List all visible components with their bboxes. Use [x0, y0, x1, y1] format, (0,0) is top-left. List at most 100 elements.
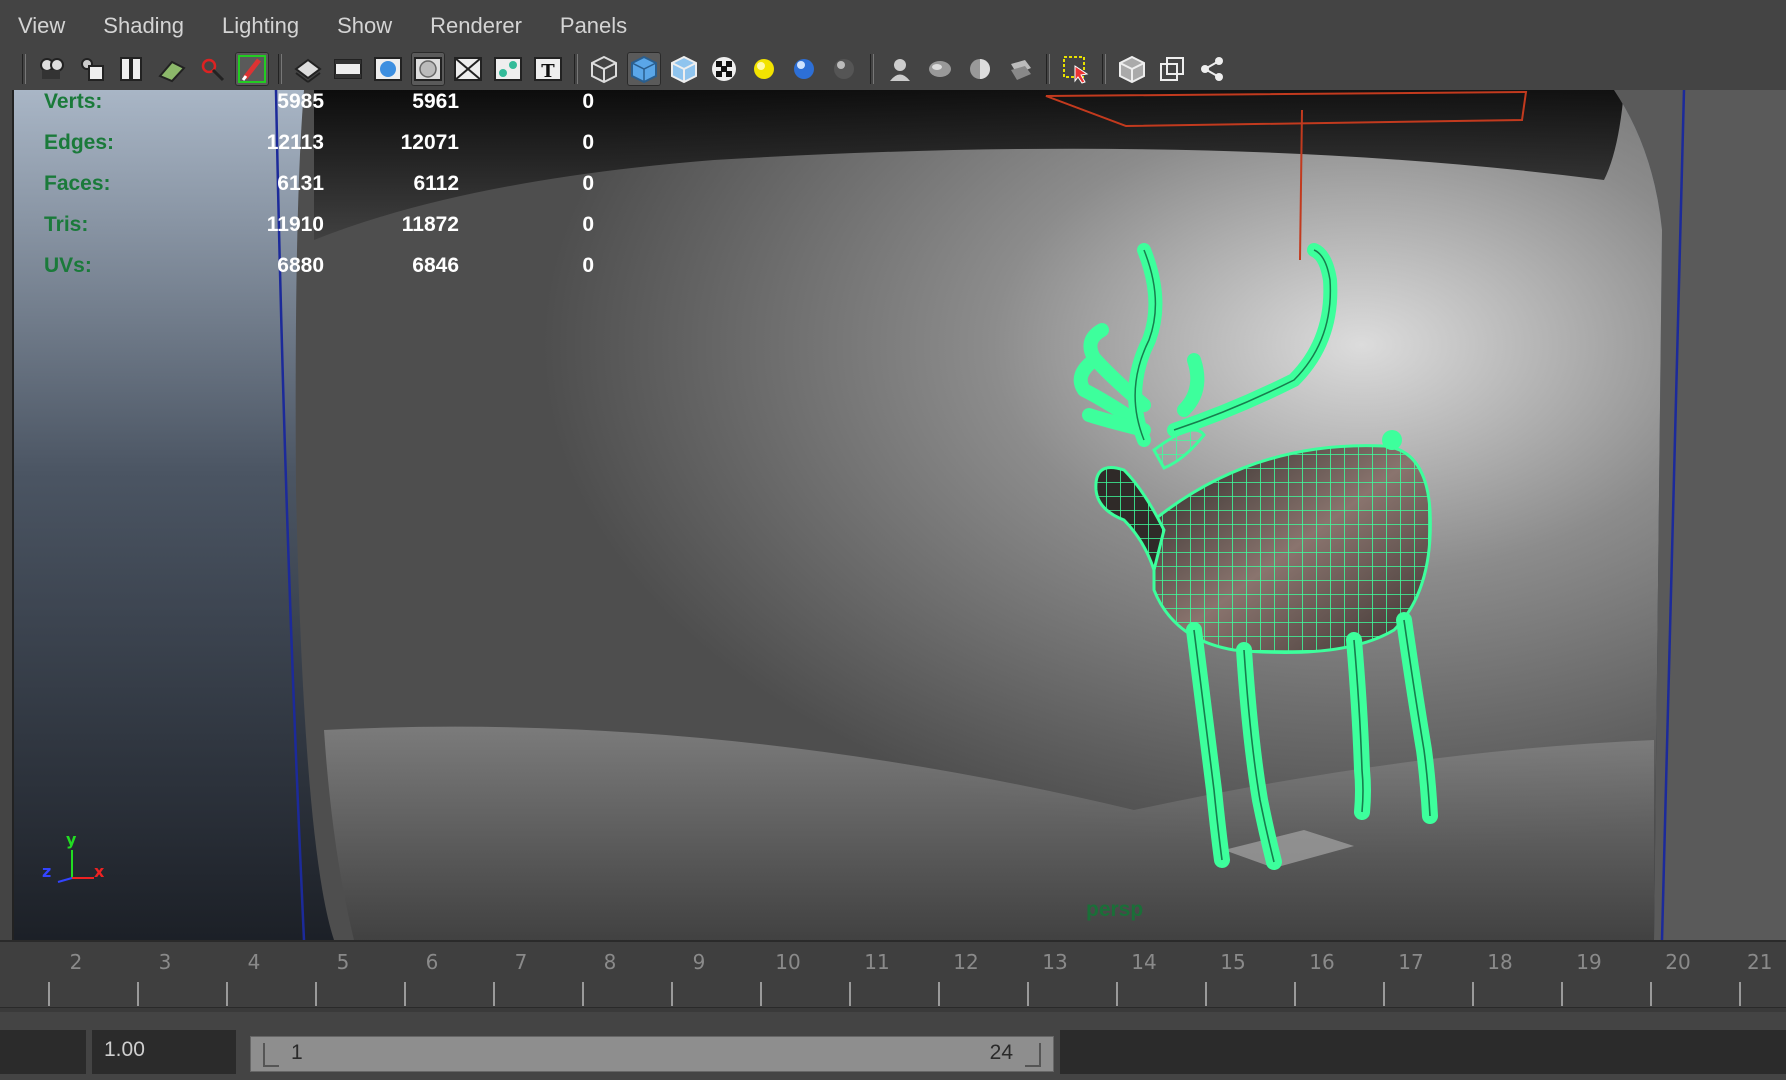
- hud-row-faces: Faces: 6131 6112 0: [44, 172, 594, 213]
- hud-value-total: 5985: [277, 90, 324, 113]
- film-gate-icon[interactable]: [331, 52, 365, 86]
- view-axis-gizmo: y x z: [42, 830, 112, 900]
- toolbar-separator: [22, 54, 26, 84]
- time-tick: [1116, 982, 1118, 1006]
- range-end-handle[interactable]: [1025, 1043, 1041, 1067]
- time-tick: [1561, 982, 1563, 1006]
- toolbar-separator: [278, 54, 282, 84]
- hud-label: Faces:: [44, 172, 111, 195]
- hud-value-total: 6880: [277, 254, 324, 277]
- time-tick-label: 8: [603, 950, 617, 974]
- safe-action-icon[interactable]: [451, 52, 485, 86]
- time-tick: [404, 982, 406, 1006]
- xray-icon[interactable]: [1115, 52, 1149, 86]
- anti-alias-icon[interactable]: [1003, 52, 1037, 86]
- hud-value-selected: 11872: [401, 213, 459, 236]
- animation-start-field[interactable]: [0, 1030, 86, 1074]
- poly-count-hud: Verts: 5985 5961 0 Edges: 12113 12071 0 …: [44, 90, 594, 295]
- time-tick-label: 10: [775, 950, 801, 974]
- safe-title-icon[interactable]: [491, 52, 525, 86]
- menu-shading[interactable]: Shading: [103, 13, 184, 39]
- time-tick: [1294, 982, 1296, 1006]
- time-tick-label: 7: [514, 950, 528, 974]
- time-tick-label: 12: [953, 950, 979, 974]
- time-slider[interactable]: 2 3 4 5 6 7 8 9 10 11 12 13 14 15 16 17 18 19 20 21: [0, 940, 1786, 1010]
- time-tick-label: 18: [1487, 950, 1513, 974]
- hud-value-components: 0: [582, 90, 594, 113]
- motion-blur-icon[interactable]: [963, 52, 997, 86]
- axis-y-label: y: [66, 830, 77, 849]
- time-tick-label: 19: [1576, 950, 1602, 974]
- grease-pencil-icon[interactable]: [235, 52, 269, 86]
- hud-value-selected: 6846: [412, 254, 459, 277]
- hud-value-components: 0: [582, 213, 594, 236]
- lighting-none-icon[interactable]: [827, 52, 861, 86]
- wireframe-icon[interactable]: [587, 52, 621, 86]
- time-tick: [137, 982, 139, 1006]
- shadows-icon[interactable]: [883, 52, 917, 86]
- time-tick-label: 21: [1747, 950, 1773, 974]
- field-chart-icon[interactable]: [411, 52, 445, 86]
- hud-label: Tris:: [44, 213, 89, 236]
- textured-icon[interactable]: [707, 52, 741, 86]
- screen-space-ao-icon[interactable]: [923, 52, 957, 86]
- time-tick: [849, 982, 851, 1006]
- range-end-fields[interactable]: [1060, 1030, 1786, 1074]
- hud-label: Edges:: [44, 131, 115, 154]
- time-tick: [760, 982, 762, 1006]
- time-tick: [48, 982, 50, 1006]
- time-tick-label: 20: [1665, 950, 1691, 974]
- time-tick-label: 16: [1309, 950, 1335, 974]
- gate-mask-icon[interactable]: [291, 52, 325, 86]
- hud-label: Verts:: [44, 90, 103, 113]
- time-tick-label: 13: [1042, 950, 1068, 974]
- menu-show[interactable]: Show: [337, 13, 392, 39]
- grid-icon[interactable]: [155, 52, 189, 86]
- menu-panels[interactable]: Panels: [560, 13, 627, 39]
- image-plane-icon[interactable]: [115, 52, 149, 86]
- hud-row-uvs: UVs: 6880 6846 0: [44, 254, 594, 295]
- time-tick: [315, 982, 317, 1006]
- hud-value-components: 0: [582, 131, 594, 154]
- axis-x-label: x: [94, 862, 105, 881]
- time-tick-label: 6: [425, 950, 439, 974]
- wireframe-on-shaded-icon[interactable]: [667, 52, 701, 86]
- perspective-viewport[interactable]: Verts: 5985 5961 0 Edges: 12113 12071 0 …: [12, 90, 1786, 940]
- menu-renderer[interactable]: Renderer: [430, 13, 522, 39]
- panel-toolbar: T: [0, 48, 1786, 90]
- playback-start-time-field[interactable]: 1.00: [92, 1030, 236, 1074]
- smooth-shade-icon[interactable]: [627, 52, 661, 86]
- hud-value-components: 0: [582, 172, 594, 195]
- pan-zoom-icon[interactable]: [195, 52, 229, 86]
- time-tick-label: 5: [336, 950, 350, 974]
- range-start-handle[interactable]: [263, 1043, 279, 1067]
- time-tick: [671, 982, 673, 1006]
- bookmarks-icon[interactable]: [75, 52, 109, 86]
- lighting-default-icon[interactable]: [747, 52, 781, 86]
- time-tick: [493, 982, 495, 1006]
- range-slider-bar: 1.00 1 24: [0, 1008, 1786, 1080]
- lighting-all-icon[interactable]: [787, 52, 821, 86]
- time-tick-label: 17: [1398, 950, 1424, 974]
- menu-view[interactable]: View: [18, 13, 65, 39]
- hud-text-icon[interactable]: T: [531, 52, 565, 86]
- hud-value-total: 12113: [266, 131, 324, 154]
- hud-label: UVs:: [44, 254, 92, 277]
- time-tick-label: 11: [864, 950, 890, 974]
- range-slider[interactable]: 1 24: [250, 1036, 1054, 1072]
- time-tick: [226, 982, 228, 1006]
- time-tick: [938, 982, 940, 1006]
- time-tick-label: 15: [1220, 950, 1246, 974]
- camera-attributes-icon[interactable]: [35, 52, 69, 86]
- hud-value-selected: 6112: [413, 172, 459, 195]
- svg-text:T: T: [541, 61, 555, 82]
- resolution-gate-icon[interactable]: [371, 52, 405, 86]
- xray-joints-icon[interactable]: [1155, 52, 1189, 86]
- xray-components-icon[interactable]: [1195, 52, 1229, 86]
- time-tick: [1383, 982, 1385, 1006]
- time-tick: [1205, 982, 1207, 1006]
- time-tick-label: 2: [69, 950, 83, 974]
- menu-lighting[interactable]: Lighting: [222, 13, 299, 39]
- isolate-select-icon[interactable]: [1059, 52, 1093, 86]
- time-tick-label: 4: [247, 950, 261, 974]
